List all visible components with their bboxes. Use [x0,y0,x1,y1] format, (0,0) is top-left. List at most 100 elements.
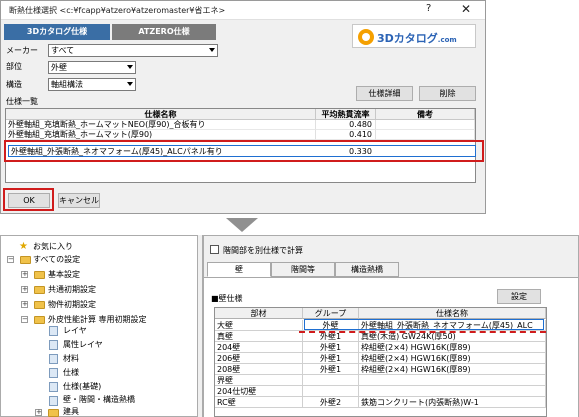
3d-catalog-logo: 3Dカタログ.com [352,24,476,48]
wall-row-member: 界壁 [215,375,303,386]
wall-row-spec[interactable] [359,386,546,397]
wall-row-member: RC壁 [215,397,303,408]
wall-row-member: 208壁 [215,364,303,375]
wall-row-group[interactable] [303,375,359,386]
wall-row-member: 真壁 [215,331,303,342]
3d-catalog-logo-mark-icon [358,29,374,45]
wall-row-group[interactable]: 外壁1 [303,342,359,353]
settings-page-icon [49,368,58,378]
wall-row-group[interactable]: 外壁1 [303,353,359,364]
wall-row-spec[interactable]: 枠組壁(2×4) HGW16K(厚89) [359,364,546,375]
tree-item-attribute-layer[interactable]: 属性レイヤ [63,339,103,350]
wall-row-selection-highlight [304,319,544,330]
folder-icon [34,271,45,279]
maker-label: メーカー [6,46,38,55]
tree-item-all-settings[interactable]: すべての設定 [33,254,80,265]
tree-item-material[interactable]: 材料 [63,353,79,364]
settings-page-icon [49,340,58,350]
structure-select[interactable]: 軸組構法 [48,78,136,91]
tree-item-property-initial-settings[interactable]: 物件初期設定 [48,299,96,310]
chevron-down-icon [127,82,133,86]
wall-row-member: 大壁 [215,320,303,331]
wall-row-group[interactable]: 外壁2 [303,397,359,408]
wall-row-spec[interactable]: 鉄筋コンクリート(内張断熱)W-1 [359,397,546,408]
maker-select-value: すべて [51,46,75,55]
tree-expand-toggle[interactable]: + [21,301,28,308]
table-row[interactable]: 外壁軸組_充填断熱_ホームマットNEO(厚90)_合板有り 0.480 [6,120,475,130]
help-icon[interactable]: ? [426,3,431,14]
row-u-value: 0.480 [316,120,376,130]
settings-page-icon [49,396,58,406]
tree-item-spec-foundation[interactable]: 仕様(基礎) [63,381,101,392]
settings-page-icon [49,382,58,392]
tree-collapse-toggle[interactable]: − [7,256,14,263]
folder-icon [34,316,45,324]
tree-item-layer[interactable]: レイヤ [63,325,87,336]
tree-expand-toggle[interactable]: + [21,271,28,278]
wall-row-group[interactable] [303,386,359,397]
floor-separate-checkbox[interactable] [210,245,219,254]
tree-item-basic-settings[interactable]: 基本設定 [48,269,80,280]
wall-row-group[interactable]: 外壁1 [303,364,359,375]
col-header-note[interactable]: 備考 [376,109,475,120]
part-select[interactable]: 外壁 [48,61,136,74]
logo-text: 3Dカタログ [377,32,438,45]
structure-label: 構造 [6,80,22,89]
wall-row-member: 204仕切壁 [215,386,303,397]
folder-icon [34,286,45,294]
down-arrow-icon [226,218,258,232]
folder-icon [34,301,45,309]
folder-icon [48,409,59,417]
chevron-down-icon [209,48,215,52]
col-header-group[interactable]: グループ [303,308,359,319]
tree-expand-toggle[interactable]: + [21,286,28,293]
tree-item-spec[interactable]: 仕様 [63,367,79,378]
tree-item-envelope-performance-settings[interactable]: 外皮性能計算 専用初期設定 [48,314,147,325]
wall-row-spec[interactable] [359,375,546,386]
delete-button[interactable]: 削除 [419,86,476,101]
tree-item-common-initial-settings[interactable]: 共通初期設定 [48,284,96,295]
part-select-value: 外壁 [51,63,67,72]
selected-row-highlight [4,140,484,162]
settings-page-icon [49,354,58,364]
cancel-button[interactable]: キャンセル [58,193,100,208]
dialog-title: 断熱仕様選択 <c:¥fcapp¥atzero¥atzeromaster¥省エネ… [9,6,226,15]
tab-3d-catalog-spec[interactable]: 3Dカタログ仕様 [4,24,110,40]
tree-collapse-toggle[interactable]: − [21,316,28,323]
col-header-spec-name[interactable]: 仕様名称 [6,109,316,120]
wall-row-spec[interactable]: 枠組壁(2×4) HGW16K(厚89) [359,342,546,353]
col-header-avg-u-value[interactable]: 平均熱貫流率 [316,109,376,120]
wall-spec-section-label: ■壁仕様 [211,294,243,303]
maker-select[interactable]: すべて [48,44,218,57]
row-note [376,120,475,130]
tab-wall[interactable]: 壁 [207,262,271,277]
ok-button-highlight [3,188,54,211]
dialog-titlebar: 断熱仕様選択 <c:¥fcapp¥atzero¥atzeromaster¥省エネ… [1,1,485,20]
table-row[interactable]: 外壁軸組_充填断熱_ホームマット(厚90) 0.410 [6,130,475,140]
col-header-member[interactable]: 部材 [215,308,303,319]
spec-list-label: 仕様一覧 [6,97,38,106]
wall-row-spec[interactable]: 枠組壁(2×4) HGW16K(厚89) [359,353,546,364]
close-icon[interactable]: ✕ [461,2,471,16]
floor-separate-checkbox-label: 階間部を別仕様で計算 [223,246,303,255]
row-spec-name: 外壁軸組_充填断熱_ホームマットNEO(厚90)_合板有り [8,120,316,130]
row-note [376,130,475,140]
tree-expand-toggle[interactable]: + [35,409,42,416]
spec-detail-button[interactable]: 仕様詳細 [356,86,413,101]
tab-floor-etc[interactable]: 階間等 [271,262,335,277]
tree-item-favorites[interactable]: お気に入り [33,241,73,252]
tab-structural-thermal-bridge[interactable]: 構造熱橋 [335,262,399,277]
structure-select-value: 軸組構法 [51,80,83,89]
wall-row-member: 204壁 [215,342,303,353]
tab-atzero-spec[interactable]: ATZERO仕様 [112,24,216,40]
chevron-down-icon [127,65,133,69]
tree-item-fittings[interactable]: 建具 [63,406,79,417]
updated-spec-dashed-underline [299,331,546,333]
part-label: 部位 [6,62,22,71]
tree-item-wall-floor-thermal-bridge[interactable]: 壁・階間・構造熱橋 [63,394,135,405]
folder-icon [20,256,31,264]
row-spec-name: 外壁軸組_充填断熱_ホームマット(厚90) [8,130,316,140]
col-header-spec-name[interactable]: 仕様名称 [359,308,546,319]
settings-button[interactable]: 設定 [497,289,541,304]
wall-row-member: 206壁 [215,353,303,364]
